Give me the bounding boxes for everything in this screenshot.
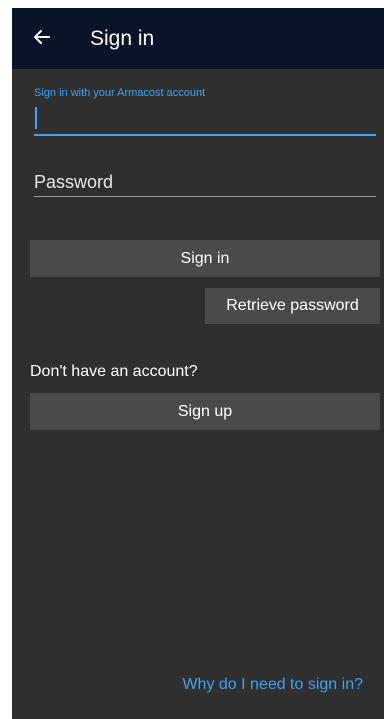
why-sign-in-link[interactable]: Why do I need to sign in? bbox=[182, 676, 363, 694]
sign-in-screen: Sign in Sign in with your Armacost accou… bbox=[12, 8, 384, 719]
retrieve-password-button[interactable]: Retrieve password bbox=[205, 288, 380, 324]
sign-in-button[interactable]: Sign in bbox=[30, 240, 380, 277]
account-field-label: Sign in with your Armacost account bbox=[34, 87, 206, 99]
password-field[interactable] bbox=[34, 168, 376, 197]
app-bar: Sign in bbox=[12, 8, 384, 69]
sign-up-button[interactable]: Sign up bbox=[30, 393, 380, 430]
back-button[interactable] bbox=[28, 23, 56, 51]
arrow-left-icon bbox=[34, 30, 50, 44]
username-field[interactable] bbox=[34, 104, 376, 136]
page-title: Sign in bbox=[90, 27, 155, 50]
text-caret bbox=[35, 107, 37, 129]
no-account-prompt: Don't have an account? bbox=[30, 363, 198, 380]
